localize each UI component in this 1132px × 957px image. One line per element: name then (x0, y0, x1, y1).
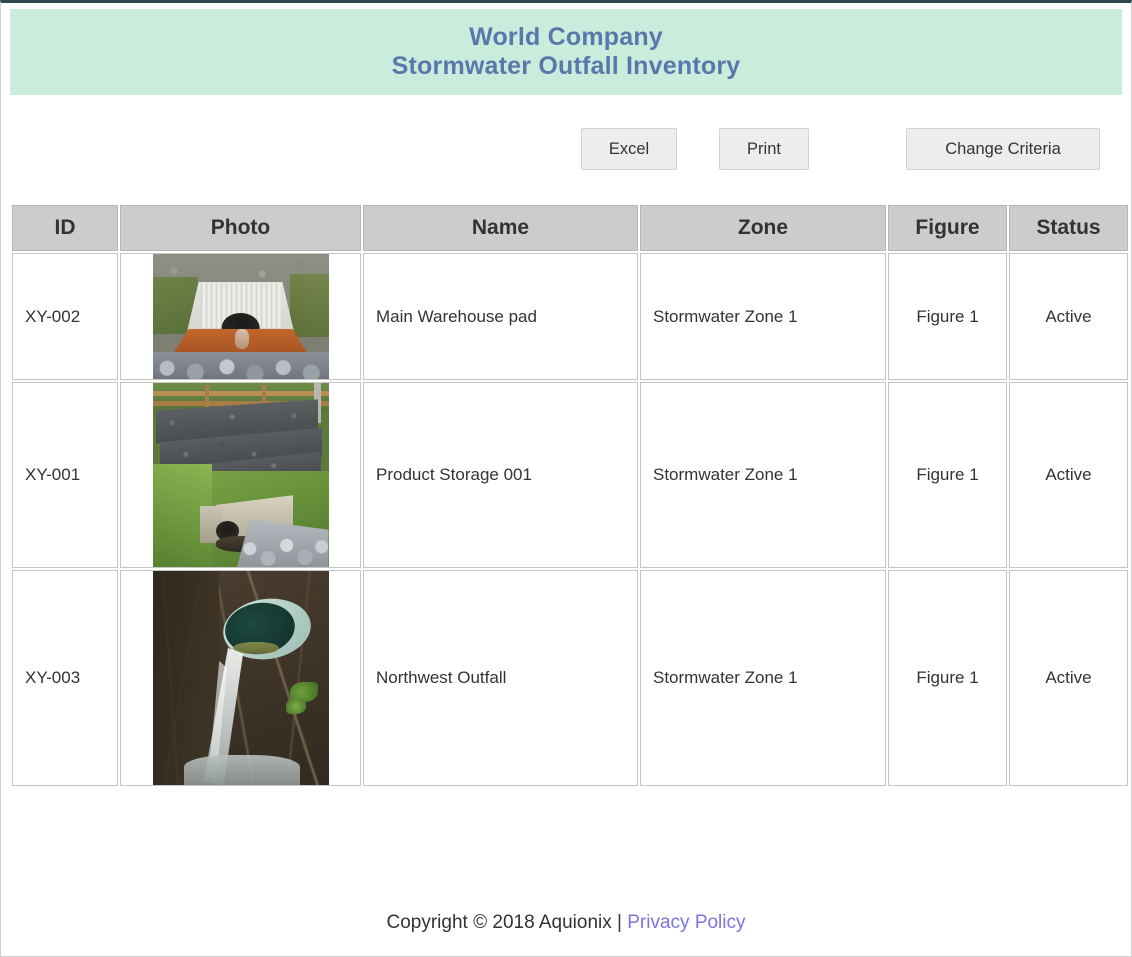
cell-photo[interactable] (120, 253, 361, 380)
cell-zone: Stormwater Zone 1 (640, 570, 886, 786)
table-row[interactable]: XY-003 Northwest Outfall Stormwater Zone… (12, 570, 1128, 786)
outfall-photo-thumbnail[interactable] (152, 254, 329, 379)
excel-button[interactable]: Excel (581, 128, 677, 170)
photo-grass-right (289, 274, 329, 337)
cell-status: Active (1009, 570, 1128, 786)
cell-status: Active (1009, 382, 1128, 568)
photo-water-pool (184, 755, 301, 785)
column-header-figure[interactable]: Figure (888, 205, 1007, 251)
column-header-status[interactable]: Status (1009, 205, 1128, 251)
table-row[interactable]: XY-001 Product Storage 001 Stormwater Zo… (12, 382, 1128, 568)
change-criteria-button[interactable]: Change Criteria (906, 128, 1100, 170)
toolbar: Excel Print Change Criteria (1, 95, 1131, 203)
page-title: Stormwater Outfall Inventory (391, 52, 741, 80)
column-header-id[interactable]: ID (12, 205, 118, 251)
inventory-table-container: ID Photo Name Zone Figure Status XY-002 (10, 203, 1128, 788)
photo-water-splash (235, 329, 250, 349)
column-header-name[interactable]: Name (363, 205, 638, 251)
cell-zone: Stormwater Zone 1 (640, 382, 886, 568)
outfall-photo-thumbnail[interactable] (152, 383, 329, 567)
cell-photo[interactable] (120, 570, 361, 786)
cell-figure: Figure 1 (888, 253, 1007, 380)
print-button[interactable]: Print (719, 128, 809, 170)
cell-photo[interactable] (120, 382, 361, 568)
cell-name: Product Storage 001 (363, 382, 638, 568)
table-row[interactable]: XY-002 Main Warehouse pad Stormwater Zon… (12, 253, 1128, 380)
page-footer: Copyright © 2018 Aquionix | Privacy Poli… (1, 912, 1131, 934)
page-banner: World Company Stormwater Outfall Invento… (10, 9, 1122, 95)
page-container: World Company Stormwater Outfall Invento… (0, 0, 1132, 957)
outfall-photo-thumbnail[interactable] (152, 571, 329, 785)
cell-zone: Stormwater Zone 1 (640, 253, 886, 380)
company-title: World Company (469, 23, 663, 51)
photo-green-foliage (286, 699, 306, 715)
table-header-row: ID Photo Name Zone Figure Status (12, 205, 1128, 251)
cell-id: XY-001 (12, 382, 118, 568)
cell-id: XY-003 (12, 570, 118, 786)
cell-figure: Figure 1 (888, 382, 1007, 568)
cell-name: Main Warehouse pad (363, 253, 638, 380)
cell-figure: Figure 1 (888, 570, 1007, 786)
copyright-text: Copyright © 2018 Aquionix | (386, 912, 628, 933)
cell-status: Active (1009, 253, 1128, 380)
cell-id: XY-002 (12, 253, 118, 380)
photo-riprap-rocks (152, 351, 329, 379)
inventory-table: ID Photo Name Zone Figure Status XY-002 (10, 203, 1130, 788)
column-header-zone[interactable]: Zone (640, 205, 886, 251)
cell-name: Northwest Outfall (363, 570, 638, 786)
privacy-policy-link[interactable]: Privacy Policy (627, 912, 745, 933)
column-header-photo[interactable]: Photo (120, 205, 361, 251)
